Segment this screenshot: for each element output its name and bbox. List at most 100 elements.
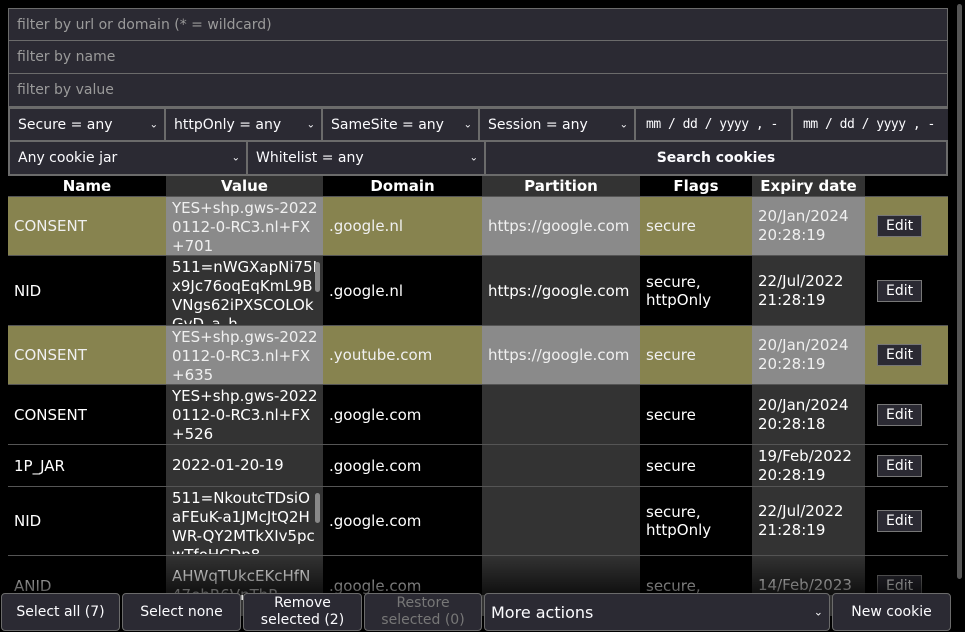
cookie-value-text: YES+shp.gws-20220112-0-RC3.nl+FX+526: [172, 386, 318, 443]
cookie-partition: https://google.com: [482, 255, 640, 326]
cookie-value: YES+shp.gws-20220112-0-RC3.nl+FX+526: [166, 384, 323, 445]
httponly-select[interactable]: httpOnly = any ⌄: [166, 109, 321, 140]
column-header-flags[interactable]: Flags: [640, 176, 752, 197]
cookie-actions: Edit: [865, 384, 948, 445]
chevron-down-icon: ⌄: [469, 152, 478, 164]
page-scrollbar[interactable]: [955, 0, 965, 632]
edit-button[interactable]: Edit: [877, 344, 923, 366]
samesite-select-label: SameSite = any: [331, 116, 444, 133]
cookie-table: Name Value Domain Partition Flags Expiry…: [8, 176, 948, 616]
cookie-domain: .google.com: [323, 444, 482, 487]
table-row[interactable]: CONSENT YES+shp.gws-20220112-0-RC3.nl+FX+…: [8, 384, 948, 445]
secure-select[interactable]: Secure = any ⌄: [10, 109, 164, 140]
value-scrollbar-thumb[interactable]: [315, 493, 320, 523]
expiry-time-text: 20:28:19: [758, 355, 826, 373]
cookie-name-text: CONSENT: [14, 217, 87, 235]
cookie-flags: secure: [640, 196, 752, 256]
cookie-expiry: 20/Jan/2024 20:28:19: [752, 325, 865, 385]
cookie-jar-select[interactable]: Any cookie jar ⌄: [10, 142, 246, 174]
bottom-action-bar: Select all (7) Select none Remove select…: [0, 593, 965, 632]
column-header-value[interactable]: Value: [166, 176, 323, 197]
flag-filter-row: Secure = any ⌄ httpOnly = any ⌄ SameSite…: [8, 107, 948, 142]
cookie-expiry: 19/Feb/2022 20:28:19: [752, 444, 865, 487]
expiry-time-text: 20:28:19: [758, 226, 826, 244]
column-header-name[interactable]: Name: [8, 176, 166, 197]
cookie-expiry: 22/Jul/2022 21:28:19: [752, 486, 865, 556]
table-row[interactable]: 1P_JAR 2022-01-20-19 .google.com secure 19/F…: [8, 444, 948, 487]
table-row[interactable]: NID 511=NkoutcTDsiOaFEuK-a1JMcJtQ2HWR-QY2…: [8, 486, 948, 556]
cookie-actions: Edit: [865, 325, 948, 385]
column-header-domain[interactable]: Domain: [323, 176, 482, 197]
value-scrollbar-thumb[interactable]: [315, 262, 320, 292]
cookie-value: YES+shp.gws-20220112-0-RC3.nl+FX+701: [166, 196, 323, 256]
url-filter-input[interactable]: [8, 8, 948, 41]
value-filter-input[interactable]: [8, 74, 948, 107]
expiry-time-text: 21:28:19: [758, 521, 826, 539]
cookie-actions: Edit: [865, 255, 948, 326]
cookie-flags-text: secure: [646, 346, 696, 364]
cookie-name: CONSENT: [8, 325, 166, 385]
expiry-date-text: 20/Jan/2024: [758, 336, 849, 354]
cookie-value-text: YES+shp.gws-20220112-0-RC3.nl+FX+701: [172, 198, 318, 254]
column-header-expiry[interactable]: Expiry date: [752, 176, 865, 197]
cookie-flags-text: secure: [646, 405, 696, 424]
cookie-value-text: 511=NkoutcTDsiOaFEuK-a1JMcJtQ2HWR-QY2MTk…: [172, 488, 315, 554]
cookie-value-text: 2022-01-20-19: [172, 456, 284, 474]
cookie-value-text: 511=nWGXapNi75Ix9Jc76oqEqKmL9BVNgs62iPXS…: [172, 257, 318, 324]
expiry-date-text: 22/Jul/2022: [758, 271, 844, 290]
chevron-down-icon: ⌄: [306, 119, 315, 130]
cookie-partition-text: https://google.com: [488, 346, 630, 364]
cookie-jar-select-label: Any cookie jar: [18, 150, 118, 166]
page-scrollbar-thumb[interactable]: [957, 4, 962, 579]
cookie-name: CONSENT: [8, 196, 166, 256]
cookie-flags-text: secure: [646, 456, 696, 475]
table-row[interactable]: CONSENT YES+shp.gws-20220112-0-RC3.nl+FX+…: [8, 325, 948, 385]
chevron-down-icon: ⌄: [463, 119, 472, 130]
cookie-domain-text: .google.nl: [329, 217, 404, 235]
new-cookie-button[interactable]: New cookie: [832, 593, 951, 631]
expiry-time-text: 21:28:19: [758, 290, 826, 309]
select-all-button[interactable]: Select all (7): [1, 593, 120, 631]
cookie-expiry: 22/Jul/2022 21:28:19: [752, 255, 865, 326]
cookie-flags: secure, httpOnly: [640, 486, 752, 556]
expiry-from-input[interactable]: mm / dd / yyyy , -: [636, 109, 791, 140]
cookie-domain-text: .google.nl: [329, 281, 404, 300]
expiry-time-text: 20:28:18: [758, 414, 826, 433]
name-filter-input[interactable]: [8, 41, 948, 74]
cookie-flags: secure: [640, 325, 752, 385]
samesite-select[interactable]: SameSite = any ⌄: [323, 109, 478, 140]
more-actions-select[interactable]: More actions ⌄: [484, 593, 830, 631]
cookie-partition: https://google.com: [482, 196, 640, 256]
edit-button[interactable]: Edit: [877, 454, 923, 477]
expiry-to-input[interactable]: mm / dd / yyyy , -: [793, 109, 948, 140]
session-select[interactable]: Session = any ⌄: [480, 109, 634, 140]
cookie-name: NID: [8, 255, 166, 326]
column-header-partition[interactable]: Partition: [482, 176, 640, 197]
session-select-label: Session = any: [488, 116, 588, 133]
select-none-button[interactable]: Select none: [122, 593, 241, 631]
expiry-to-placeholder: mm / dd / yyyy , -: [803, 117, 935, 132]
column-header-actions: [865, 176, 948, 197]
edit-button[interactable]: Edit: [877, 279, 923, 302]
cookie-flags-text: secure: [646, 217, 696, 235]
cookie-domain: .google.nl: [323, 196, 482, 256]
cookie-flags-text: secure, httpOnly: [646, 503, 712, 539]
edit-button[interactable]: Edit: [877, 403, 923, 426]
table-row[interactable]: NID 511=nWGXapNi75Ix9Jc76oqEqKmL9BVNgs62i…: [8, 255, 948, 326]
table-row[interactable]: CONSENT YES+shp.gws-20220112-0-RC3.nl+FX+…: [8, 196, 948, 256]
cookie-domain-text: .google.com: [329, 512, 422, 530]
cookie-flags: secure: [640, 384, 752, 445]
edit-button[interactable]: Edit: [877, 510, 923, 532]
filter-panel: Secure = any ⌄ httpOnly = any ⌄ SameSite…: [8, 8, 948, 616]
restore-selected-button[interactable]: Restore selected (0): [364, 593, 482, 631]
search-cookies-button[interactable]: Search cookies: [486, 142, 946, 174]
expiry-date-text: 19/Feb/2022: [758, 446, 852, 465]
edit-button[interactable]: Edit: [877, 215, 923, 237]
cookie-flags-text: secure, httpOnly: [646, 272, 712, 309]
whitelist-select[interactable]: Whitelist = any ⌄: [248, 142, 484, 174]
remove-selected-button[interactable]: Remove selected (2): [243, 593, 362, 631]
cookie-value: 511=nWGXapNi75Ix9Jc76oqEqKmL9BVNgs62iPXS…: [166, 255, 323, 326]
cookie-expiry: 20/Jan/2024 20:28:19: [752, 196, 865, 256]
expiry-date-text: 20/Jan/2024: [758, 395, 849, 414]
cookie-domain: .google.com: [323, 486, 482, 556]
